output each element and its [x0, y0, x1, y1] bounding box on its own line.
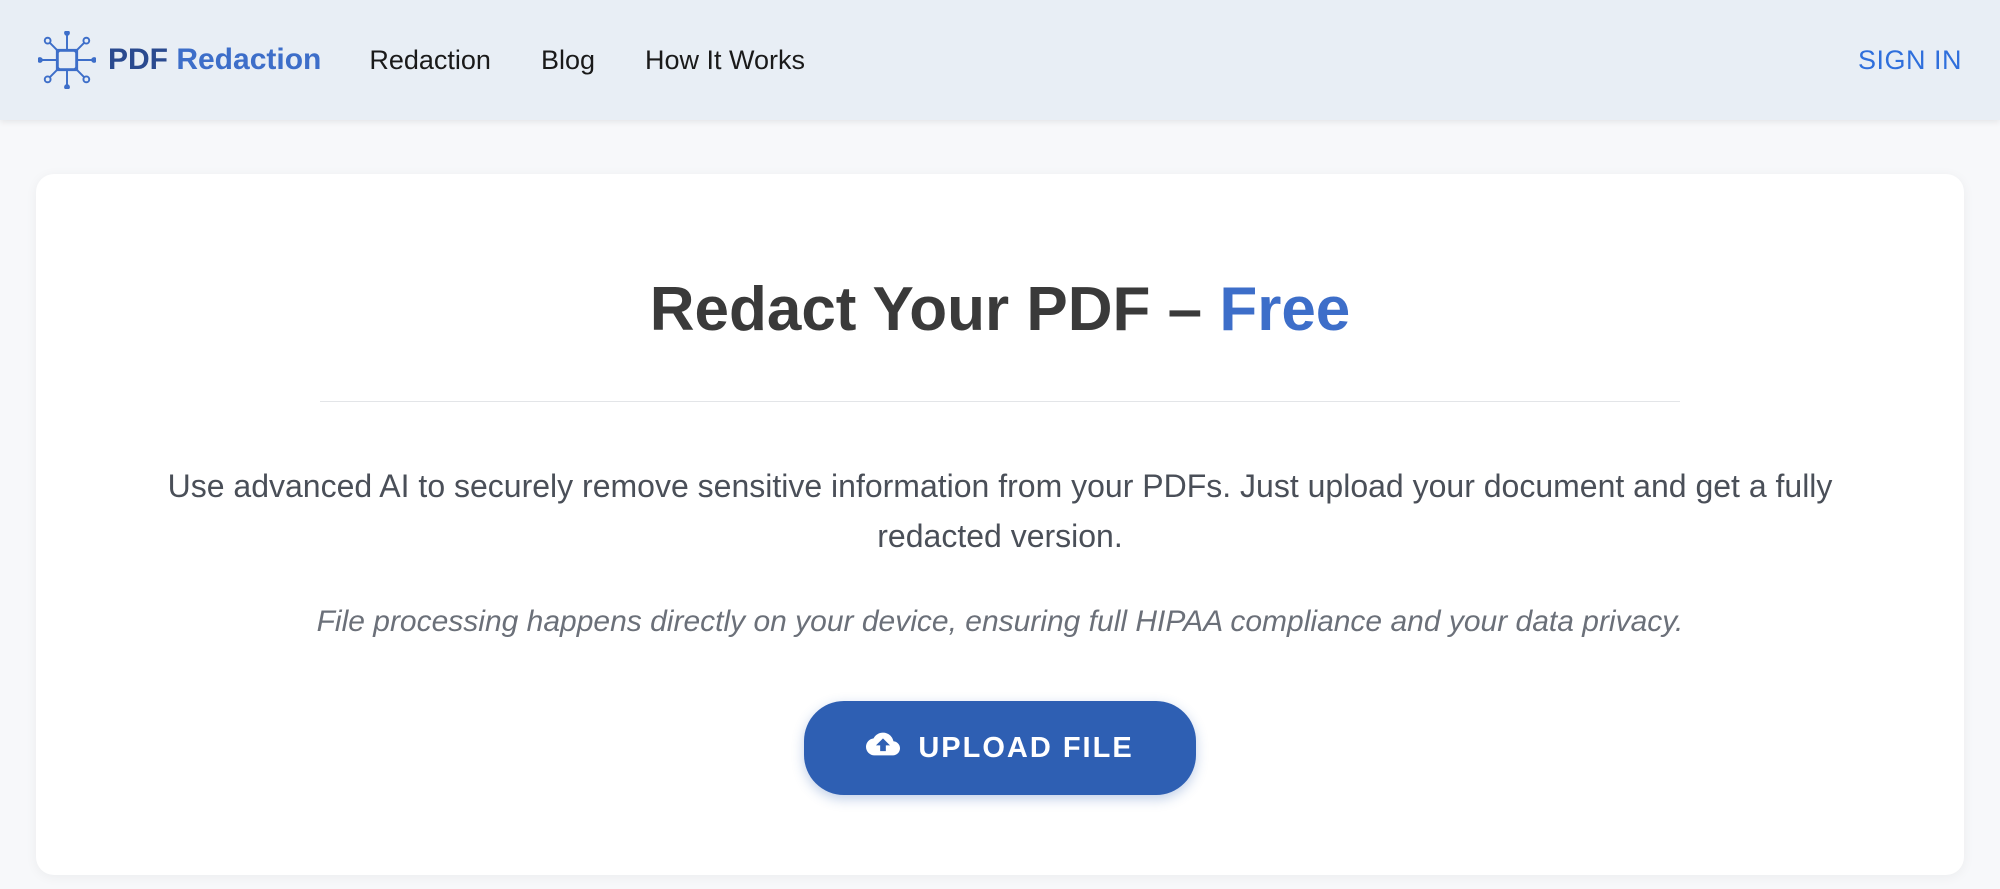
upload-button-label: UPLOAD FILE	[918, 732, 1133, 765]
nav-blog[interactable]: Blog	[541, 45, 595, 76]
logo-text-redaction: Redaction	[168, 43, 321, 76]
hero-card: Redact Your PDF – Free Use advanced AI t…	[36, 174, 1964, 875]
logo[interactable]: PDF Redaction	[38, 31, 321, 89]
hero-title: Redact Your PDF – Free	[156, 274, 1844, 345]
hero-title-main: Redact Your PDF –	[650, 275, 1220, 344]
privacy-note: File processing happens directly on your…	[156, 605, 1844, 639]
site-header: PDF Redaction Redaction Blog How It Work…	[0, 0, 2000, 120]
hero-title-highlight: Free	[1219, 275, 1350, 344]
nav-how-it-works[interactable]: How It Works	[645, 45, 805, 76]
nav-redaction[interactable]: Redaction	[369, 45, 491, 76]
upload-file-button[interactable]: UPLOAD FILE	[804, 701, 1195, 795]
signin-link[interactable]: SIGN IN	[1858, 45, 1962, 76]
content-wrapper: Redact Your PDF – Free Use advanced AI t…	[0, 120, 2000, 875]
logo-icon	[38, 31, 96, 89]
divider	[320, 401, 1680, 402]
main-nav: Redaction Blog How It Works	[369, 45, 805, 76]
logo-text-pdf: PDF	[108, 43, 168, 76]
cloud-upload-icon	[866, 727, 900, 769]
logo-text: PDF Redaction	[108, 43, 321, 77]
hero-description: Use advanced AI to securely remove sensi…	[156, 462, 1844, 561]
